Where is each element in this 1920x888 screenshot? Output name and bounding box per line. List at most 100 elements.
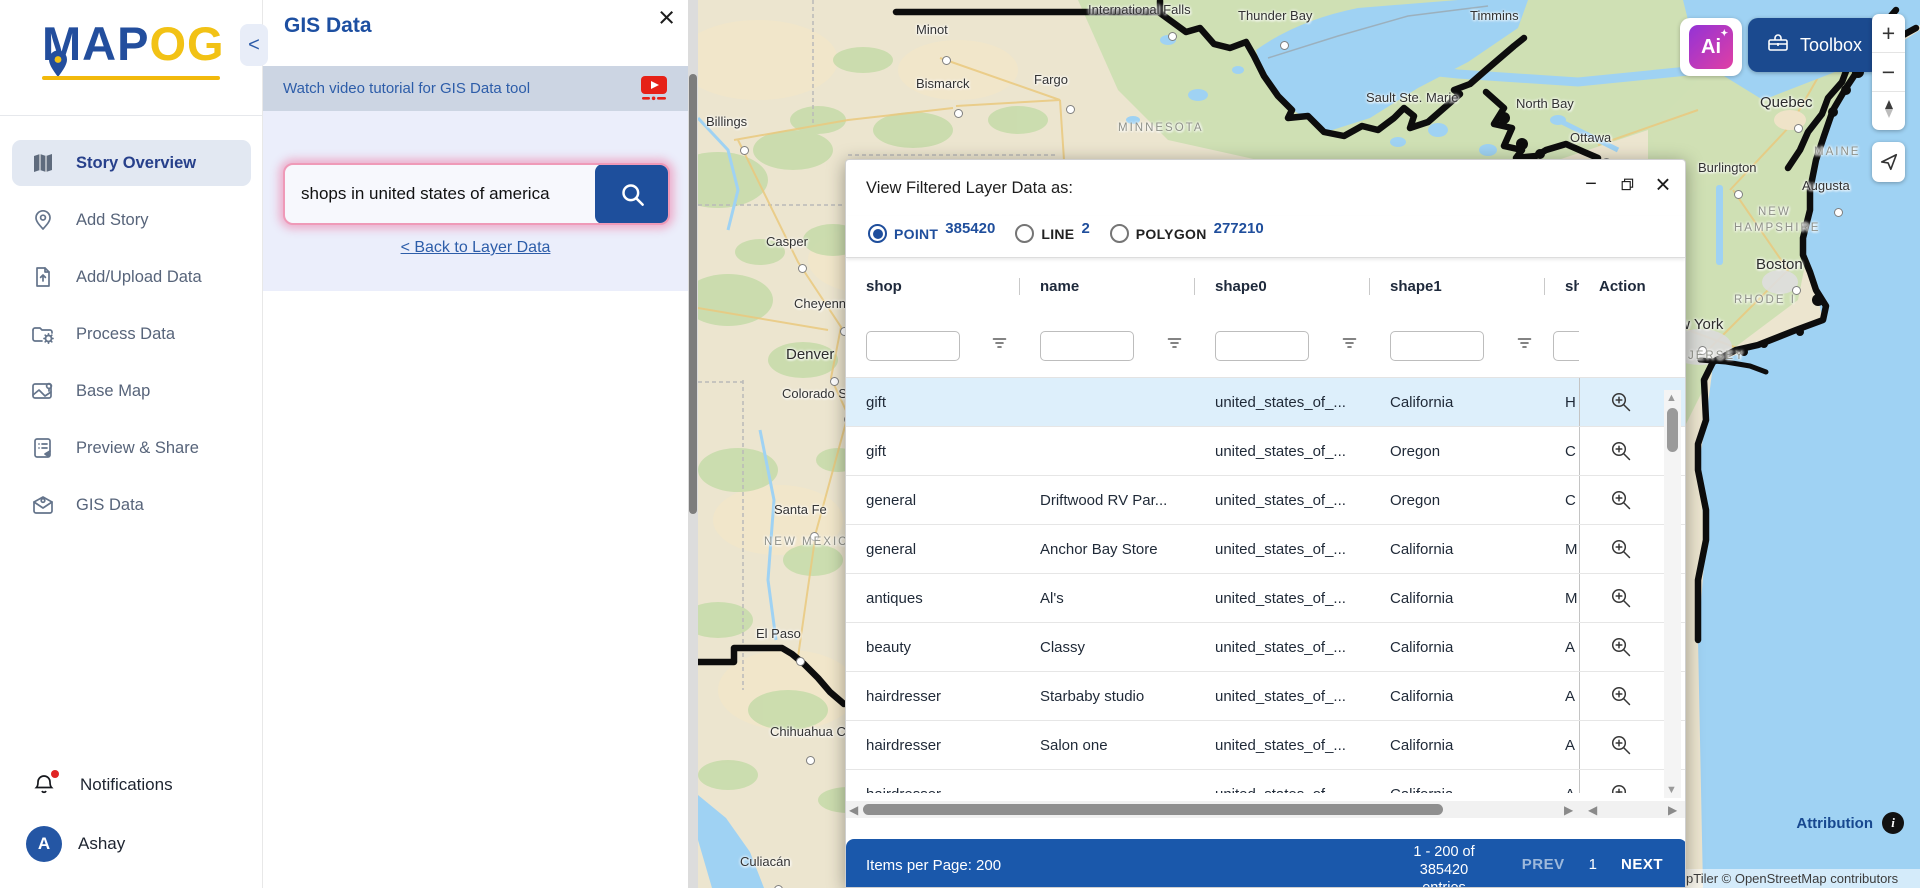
zoom-to-feature-button[interactable] [1609,537,1633,561]
bell-icon [32,770,59,798]
column-header-shop[interactable]: shop [846,277,1020,295]
column-header-action[interactable]: Action [1579,278,1661,295]
panel-collapse-button[interactable]: < [240,24,268,66]
scroll-right-arrow[interactable]: ▶ [1564,803,1573,817]
sidebar-nav: Story Overview Add Story Add/Upload Data… [0,140,263,539]
mapog-logo: MAPOG [42,18,225,77]
ai-assistant-button[interactable]: Ai ✦ [1689,25,1733,69]
sidebar-item-base-map[interactable]: Base Map [12,368,251,414]
gis-data-panel: GIS Data × Watch video tutorial for GIS … [263,0,688,888]
tutorial-text: Watch video tutorial for GIS Data tool [283,80,531,97]
scroll-left-arrow[interactable]: ◀ [849,803,858,817]
column-header-shape1[interactable]: shape1 [1370,277,1545,295]
radio-circle-icon[interactable] [1015,224,1035,243]
scroll-down-arrow[interactable]: ▼ [1666,784,1677,796]
radio-circle-icon[interactable] [1109,224,1129,243]
back-to-layer-data-link[interactable]: < Back to Layer Data [263,239,688,257]
table-row[interactable]: hairdresser Salon one united_states_of_.… [846,721,1685,770]
sidebar-item-label: Base Map [76,381,151,400]
sidebar-item-preview-share[interactable]: Preview & Share [12,425,251,471]
radio-circle-icon[interactable] [868,224,887,243]
table-footer: Items per Page: 200 1 - 200 of 385420 en… [846,839,1685,887]
ai-assistant-card[interactable]: Ai ✦ [1680,18,1742,76]
zoom-to-feature-button[interactable] [1609,684,1633,708]
vertical-scrollbar[interactable]: ▲ ▼ [1664,390,1681,798]
panel-scroll-thumb[interactable] [689,74,697,514]
table-row[interactable]: gift united_states_of_... Oregon C [846,427,1685,476]
minimize-button[interactable]: − [1579,172,1603,196]
prev-page-button[interactable]: PREV [1522,856,1565,873]
user-profile[interactable]: A Ashay [0,808,263,888]
restore-button[interactable] [1615,172,1639,196]
filter-icon[interactable] [991,335,1008,356]
filter-input[interactable] [866,330,960,361]
zoom-in-button[interactable]: + [1872,14,1905,52]
sidebar-item-story-overview[interactable]: Story Overview [12,140,251,186]
table-row[interactable]: general Anchor Bay Store united_states_o… [846,525,1685,574]
close-window-button[interactable]: × [1651,169,1675,199]
sidebar-item-gis-data[interactable]: GIS Data [12,482,251,528]
zoom-to-feature-button[interactable] [1609,586,1633,610]
tutorial-banner[interactable]: Watch video tutorial for GIS Data tool [263,66,688,111]
table-row[interactable]: gift united_states_of_... California H [846,378,1685,427]
sidebar-item-add-upload-data[interactable]: Add/Upload Data [12,254,251,300]
window-titlebar: View Filtered Layer Data as: − × [846,160,1685,216]
divider [0,115,263,116]
table-row[interactable]: hairdresser united_states_of_... Califor… [846,770,1685,793]
zoom-to-feature-button[interactable] [1609,439,1633,463]
vertical-scroll-thumb[interactable] [1667,408,1678,452]
zoom-to-feature-button[interactable] [1609,733,1633,757]
notifications-item[interactable]: Notifications [0,762,263,808]
sidebar-item-label: Add Story [76,210,149,229]
action-scroll-left-arrow[interactable]: ◀ [1588,803,1597,817]
filter-input[interactable] [1040,330,1134,361]
sidebar: MAPOG Story Overview Add Story Add/Uploa… [0,0,263,888]
filtered-layer-data-window: View Filtered Layer Data as: − × POINT 3… [845,159,1686,888]
upload-file-icon [30,264,56,290]
info-icon[interactable]: i [1882,812,1904,834]
column-header-name[interactable]: name [1020,277,1195,295]
horizontal-scroll-thumb[interactable] [863,804,1443,815]
action-scroll-right-arrow[interactable]: ▶ [1668,803,1677,817]
filter-input[interactable] [1390,330,1484,361]
radio-point[interactable]: POINT 385420 [868,220,995,243]
window-title: View Filtered Layer Data as: [866,179,1073,197]
sidebar-item-label: Add/Upload Data [76,267,202,286]
compass-button[interactable] [1872,92,1905,130]
horizontal-scrollbar[interactable]: ◀ ▶ ◀ ▶ [846,801,1685,818]
panel-close-button[interactable]: × [658,4,675,33]
table-row[interactable]: hairdresser Starbaby studio united_state… [846,672,1685,721]
zoom-to-feature-button[interactable] [1609,782,1633,793]
radio-polygon[interactable]: POLYGON 277210 [1109,220,1264,243]
locate-button[interactable] [1872,142,1905,182]
filter-icon[interactable] [1341,335,1358,356]
zoom-to-feature-button[interactable] [1609,488,1633,512]
sidebar-item-process-data[interactable]: Process Data [12,311,251,357]
zoom-to-feature-button[interactable] [1609,635,1633,659]
scroll-up-arrow[interactable]: ▲ [1666,392,1677,404]
table-row[interactable]: beauty Classy united_states_of_... Calif… [846,623,1685,672]
filter-icon[interactable] [1516,335,1533,356]
toolbox-button[interactable]: Toolbox [1748,18,1881,72]
filter-input[interactable] [1215,330,1309,361]
filter-icon[interactable] [1166,335,1183,356]
table-row[interactable]: general Driftwood RV Par... united_state… [846,476,1685,525]
sidebar-item-add-story[interactable]: Add Story [12,197,251,243]
ai-label: Ai [1701,35,1721,58]
gis-search-input[interactable] [285,165,596,223]
filter-input[interactable] [1553,330,1579,361]
geometry-radio-row: POINT 385420 LINE 2 POLYGON 277210 [846,216,1685,258]
notifications-label: Notifications [80,775,173,794]
gis-data-icon [30,492,56,518]
zoom-to-feature-button[interactable] [1609,390,1633,414]
radio-line[interactable]: LINE 2 [1015,220,1090,243]
next-page-button[interactable]: NEXT [1621,856,1663,873]
table-row[interactable]: antiques Al's united_states_of_... Calif… [846,574,1685,623]
column-header-sh[interactable]: sh [1545,278,1579,295]
panel-scrollbar[interactable] [688,0,698,888]
toolbox-label: Toolbox [1800,34,1863,55]
column-header-shape0[interactable]: shape0 [1195,277,1370,295]
notification-badge [51,770,59,778]
search-button[interactable] [595,165,668,223]
zoom-out-button[interactable]: − [1872,53,1905,91]
